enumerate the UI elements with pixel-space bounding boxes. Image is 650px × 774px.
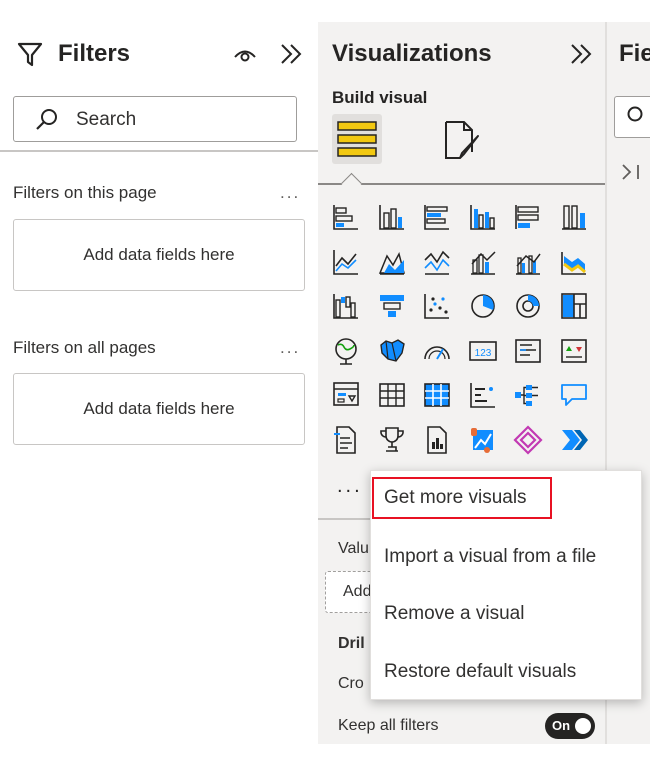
filters-on-all-pages-title: Filters on all pages xyxy=(13,338,156,357)
treemap-icon[interactable] xyxy=(558,290,590,322)
stacked-area-chart-icon[interactable] xyxy=(421,246,453,278)
matrix-icon[interactable] xyxy=(421,379,453,411)
search-placeholder: Search xyxy=(76,109,137,130)
map-icon[interactable] xyxy=(330,335,362,367)
search-icon xyxy=(36,109,57,130)
100-stacked-column-chart-icon[interactable] xyxy=(558,201,590,233)
ribbon-chart-icon[interactable] xyxy=(558,246,590,278)
import-visual-item[interactable]: Import a visual from a file xyxy=(384,546,596,568)
more-options-icon[interactable]: ... xyxy=(280,183,300,203)
key-influencers-icon[interactable] xyxy=(467,379,499,411)
search-icon xyxy=(627,106,643,122)
build-visual-icon xyxy=(337,121,377,157)
line-chart-icon[interactable] xyxy=(330,246,362,278)
filter-icon xyxy=(17,42,43,67)
paginated-report-icon[interactable] xyxy=(421,424,453,456)
eye-icon[interactable] xyxy=(232,44,258,66)
build-visual-tab[interactable] xyxy=(332,114,382,164)
filters-divider xyxy=(0,150,318,152)
visual-gallery: 123 xyxy=(330,201,600,471)
filters-search-input[interactable]: Search xyxy=(13,96,297,142)
kpi-icon[interactable] xyxy=(558,335,590,367)
gauge-icon[interactable] xyxy=(421,335,453,367)
scatter-chart-icon[interactable] xyxy=(421,290,453,322)
visualizations-title: Visualizations xyxy=(332,40,492,67)
multi-row-card-icon[interactable] xyxy=(512,335,544,367)
waterfall-chart-icon[interactable] xyxy=(330,290,362,322)
clustered-bar-chart-icon[interactable] xyxy=(421,201,453,233)
pie-chart-icon[interactable] xyxy=(467,290,499,322)
power-apps-icon[interactable] xyxy=(512,424,544,456)
filters-title: Filters xyxy=(58,40,131,67)
keep-all-filters-toggle[interactable]: On xyxy=(545,713,595,739)
metrics-icon[interactable] xyxy=(376,424,408,456)
azure-map-icon[interactable] xyxy=(467,424,499,456)
build-visual-label: Build visual xyxy=(332,88,428,107)
funnel-icon[interactable] xyxy=(376,290,408,322)
table-icon[interactable] xyxy=(376,379,408,411)
restore-default-visuals-item[interactable]: Restore default visuals xyxy=(384,661,576,683)
donut-chart-icon[interactable] xyxy=(512,290,544,322)
line-stacked-column-chart-icon[interactable] xyxy=(467,246,499,278)
decomposition-tree-icon[interactable] xyxy=(512,379,544,411)
filled-map-icon[interactable] xyxy=(376,335,408,367)
slicer-icon[interactable] xyxy=(330,379,362,411)
remove-visual-item[interactable]: Remove a visual xyxy=(384,603,524,625)
collapse-visualizations-icon[interactable] xyxy=(568,42,594,66)
all-pages-drop-well[interactable]: Add data fields here xyxy=(13,373,305,445)
area-chart-icon[interactable] xyxy=(376,246,408,278)
values-drop-label: Add xyxy=(343,583,372,600)
100-stacked-bar-chart-icon[interactable] xyxy=(512,201,544,233)
power-automate-icon[interactable] xyxy=(558,424,590,456)
toggle-state: On xyxy=(552,718,571,733)
values-label: Valu xyxy=(338,540,369,557)
stacked-column-chart-icon[interactable] xyxy=(376,201,408,233)
more-visuals-button[interactable]: ... xyxy=(337,475,363,498)
qa-icon[interactable] xyxy=(558,379,590,411)
line-clustered-column-chart-icon[interactable] xyxy=(512,246,544,278)
get-more-visuals-highlight xyxy=(372,477,552,519)
filters-on-this-page-title: Filters on this page xyxy=(13,183,157,202)
fields-title: Fie xyxy=(619,40,650,67)
drill-through-label: Dril xyxy=(338,635,365,652)
more-options-icon[interactable]: ... xyxy=(280,338,300,358)
collapse-filters-icon[interactable] xyxy=(278,42,304,66)
chevron-right-icon[interactable] xyxy=(620,162,650,182)
toggle-knob xyxy=(575,718,591,734)
this-page-drop-well[interactable]: Add data fields here xyxy=(13,219,305,291)
stacked-bar-chart-icon[interactable] xyxy=(330,201,362,233)
smart-narrative-icon[interactable] xyxy=(330,424,362,456)
keep-all-filters-label: Keep all filters xyxy=(338,717,439,734)
card-icon[interactable]: 123 xyxy=(467,335,499,367)
fields-search-input[interactable] xyxy=(614,96,650,138)
format-visual-icon[interactable] xyxy=(438,118,484,164)
clustered-column-chart-icon[interactable] xyxy=(467,201,499,233)
cross-report-label: Cro xyxy=(338,675,364,692)
svg-text:123: 123 xyxy=(474,348,491,359)
